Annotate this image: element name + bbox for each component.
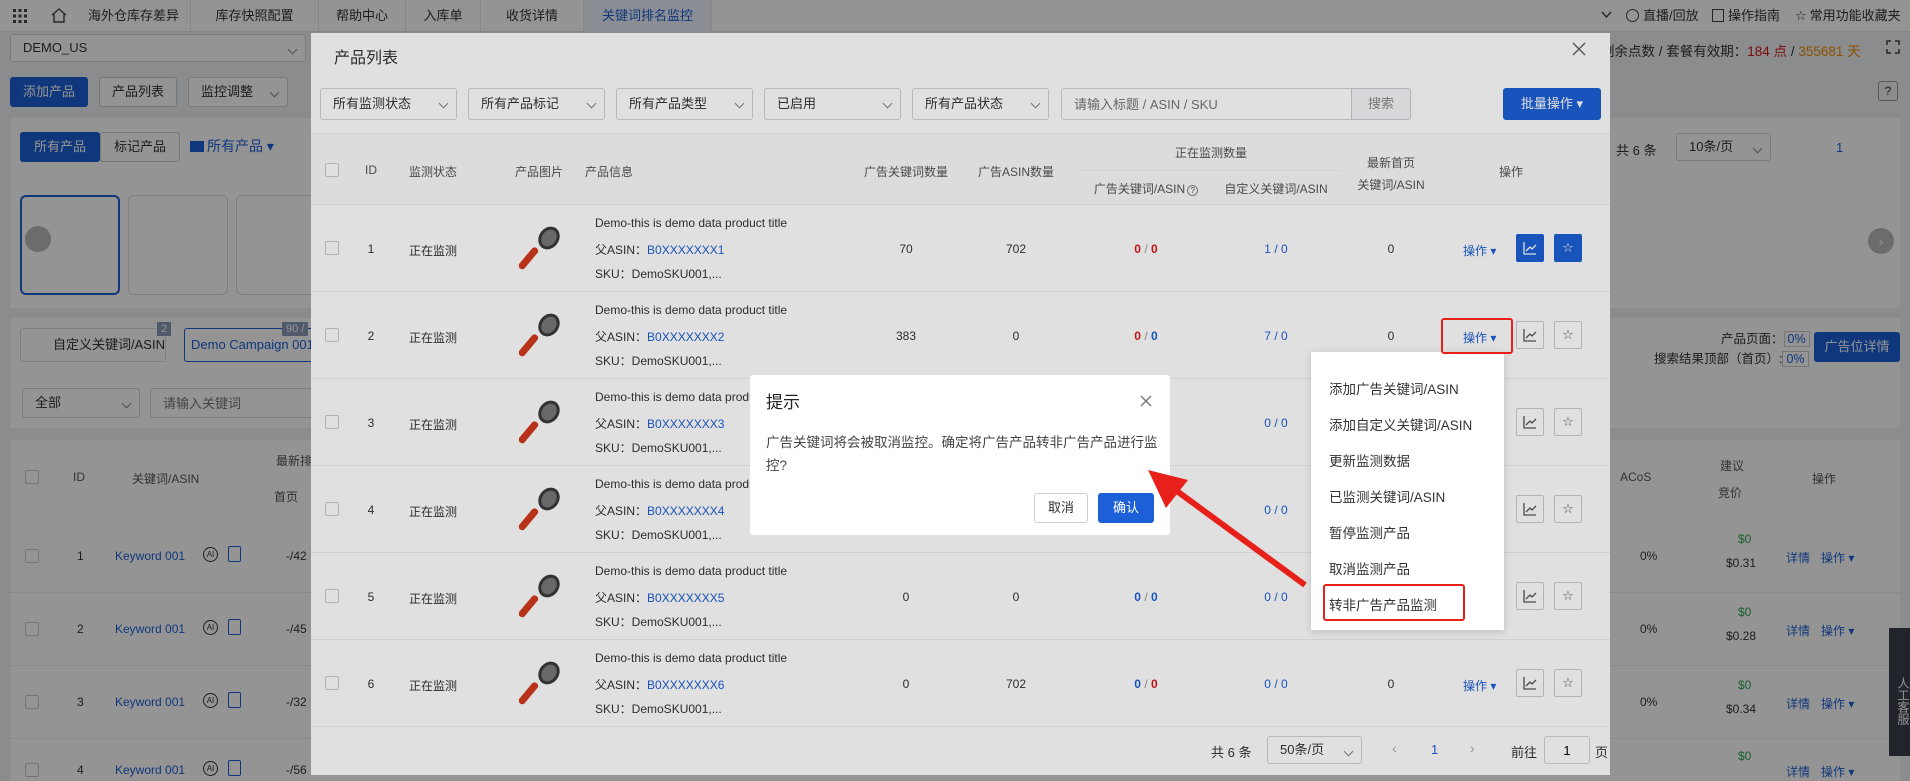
dialog-title: 提示 [766, 393, 800, 412]
menu-item-add-custom-keyword[interactable]: 添加自定义关键词/ASIN [1329, 414, 1472, 434]
menu-item-monitored-keywords[interactable]: 已监测关键词/ASIN [1329, 486, 1445, 506]
dialog-message: 广告关键词将会被取消监控。确定将广告产品转非广告产品进行监控? [766, 435, 1158, 473]
menu-item-cancel-monitor[interactable]: 取消监测产品 [1329, 558, 1410, 578]
cancel-button[interactable]: 取消 [1034, 493, 1088, 523]
menu-item-refresh-data[interactable]: 更新监测数据 [1329, 450, 1410, 470]
confirm-dialog: 提示 广告关键词将会被取消监控。确定将广告产品转非广告产品进行监控? 取消 确认 [750, 375, 1170, 535]
menu-item-pause-monitor[interactable]: 暂停监测产品 [1329, 522, 1410, 542]
menu-item-add-ad-keyword[interactable]: 添加广告关键词/ASIN [1329, 378, 1459, 398]
highlight-box [1441, 318, 1513, 354]
close-icon[interactable] [1140, 395, 1152, 407]
highlight-box [1323, 584, 1465, 621]
annotation-arrow [1148, 470, 1307, 588]
ops-dropdown-menu: 添加广告关键词/ASIN 添加自定义关键词/ASIN 更新监测数据 已监测关键词… [1311, 352, 1504, 630]
